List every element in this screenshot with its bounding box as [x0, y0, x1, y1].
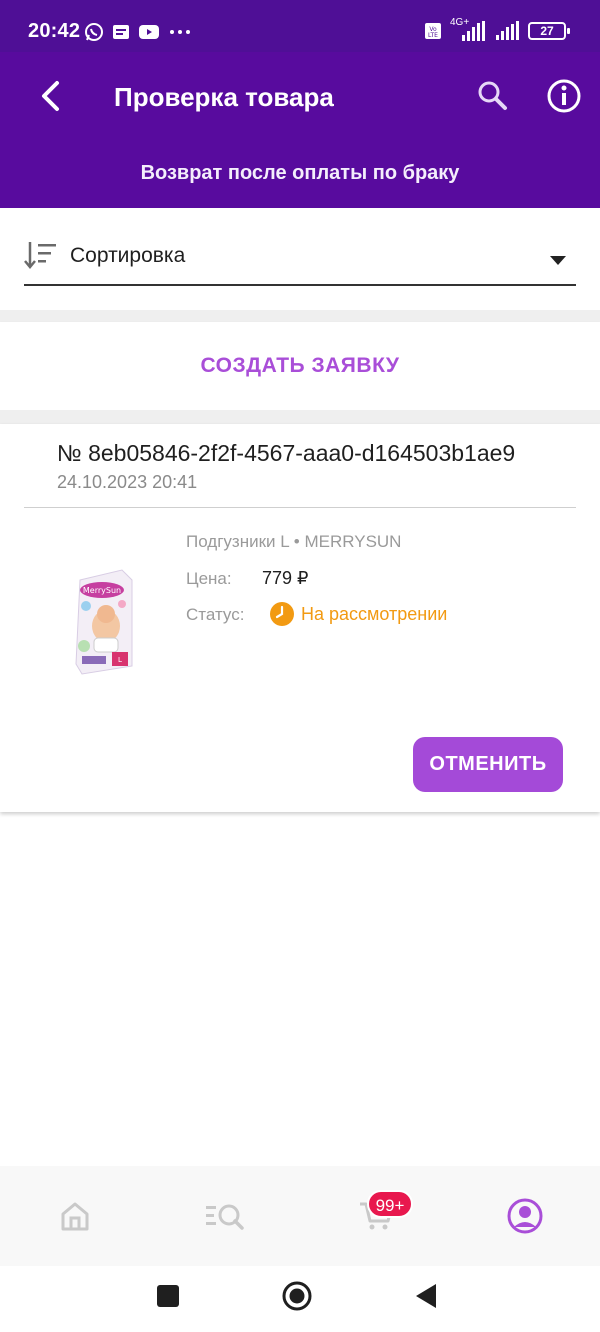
- info-button[interactable]: [544, 76, 584, 116]
- volte-icon: VoLTE: [425, 23, 441, 39]
- profile-icon: [507, 1198, 543, 1234]
- search-icon: [478, 81, 507, 110]
- product-name: Подгузники L • MERRYSUN: [186, 532, 402, 551]
- svg-text:LTE: LTE: [428, 32, 438, 39]
- status-time: 20:42: [28, 20, 81, 42]
- back-arrow-icon: [42, 81, 59, 111]
- page-title: Проверка товара: [114, 82, 334, 112]
- triangle-back-icon: [416, 1284, 436, 1308]
- battery-level: 27: [540, 24, 554, 38]
- nav-catalog[interactable]: [204, 1196, 248, 1236]
- page-subtitle: Возврат после оплаты по браку: [140, 162, 460, 184]
- back-button[interactable]: [30, 76, 70, 116]
- back-system-button[interactable]: [410, 1280, 442, 1312]
- home-icon: [61, 1202, 89, 1231]
- sort-label: Сортировка: [70, 244, 186, 267]
- circle-icon: [282, 1281, 312, 1311]
- request-date: 24.10.2023 20:41: [57, 472, 198, 492]
- sort-section: Сортировка: [0, 208, 600, 310]
- status-label: Статус:: [186, 605, 245, 624]
- price-value: 779 ₽: [262, 568, 309, 588]
- whatsapp-icon: [85, 23, 103, 41]
- battery-icon: 27: [528, 22, 570, 40]
- nav-home[interactable]: [55, 1196, 95, 1236]
- create-request-button[interactable]: СОЗДАТЬ ЗАЯВКУ: [0, 322, 600, 410]
- divider: [24, 507, 576, 508]
- svg-text:MerrySun: MerrySun: [83, 586, 121, 595]
- message-icon: [113, 25, 129, 39]
- system-navigation: [0, 1266, 600, 1332]
- info-icon: [547, 79, 581, 113]
- system-status-icons: Vo LTE 4G+ 27: [424, 17, 570, 44]
- sort-dropdown[interactable]: Сортировка: [24, 236, 576, 286]
- nav-profile[interactable]: [505, 1196, 545, 1236]
- request-number: № 8eb05846-2f2f-4567-aaa0-d164503b1ae9: [57, 440, 516, 466]
- section-divider: [0, 410, 600, 424]
- bottom-navigation: [0, 1166, 600, 1266]
- recent-apps-button[interactable]: [152, 1280, 184, 1312]
- cancel-request-button[interactable]: ОТМЕНИТЬ: [413, 737, 563, 792]
- status-value: На рассмотрении: [301, 603, 448, 624]
- clock-icon: [270, 602, 294, 626]
- product-image[interactable]: MerrySun L: [72, 566, 136, 678]
- app-header: Проверка товара Возврат после оплаты по …: [0, 52, 600, 208]
- more-dots-icon: [170, 30, 190, 34]
- price-label: Цена:: [186, 569, 232, 588]
- svg-text:L: L: [118, 656, 122, 664]
- chevron-down-icon: [550, 256, 566, 265]
- catalog-search-icon: [206, 1204, 244, 1230]
- signal-icon-2: [496, 21, 519, 40]
- notification-icons: [84, 20, 192, 44]
- square-icon: [157, 1285, 179, 1307]
- search-button[interactable]: [474, 78, 510, 114]
- request-card: № 8eb05846-2f2f-4567-aaa0-d164503b1ae9 2…: [0, 424, 600, 812]
- signal-icon: 4G+: [448, 17, 488, 43]
- youtube-icon: [139, 25, 159, 39]
- status-badge: На рассмотрении: [270, 602, 447, 626]
- sort-icon: [24, 242, 56, 269]
- section-divider: [0, 310, 600, 322]
- home-system-button[interactable]: [281, 1280, 313, 1312]
- cart-count-badge: 99+: [367, 1190, 413, 1218]
- create-request-card: СОЗДАТЬ ЗАЯВКУ: [0, 322, 600, 410]
